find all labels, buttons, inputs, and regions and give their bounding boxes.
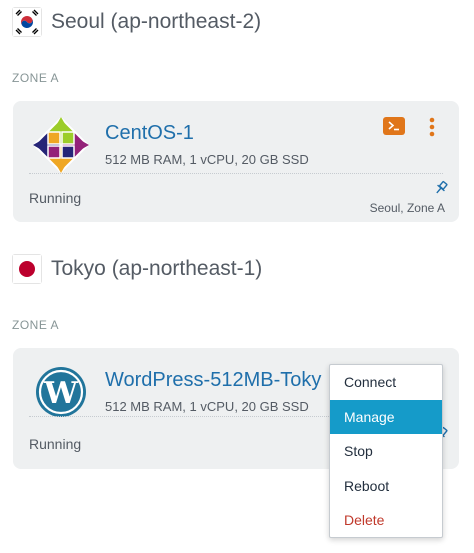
region-header-seoul: Seoul (ap-northeast-2) <box>12 7 261 37</box>
zone-label: ZONE A <box>12 318 60 332</box>
instance-status: Running <box>29 436 82 452</box>
instance-specs: 512 MB RAM, 1 vCPU, 20 GB SSD <box>105 399 309 414</box>
instance-name-link[interactable]: CentOS-1 <box>105 122 194 145</box>
region-header-tokyo: Tokyo (ap-northeast-1) <box>12 254 262 284</box>
instance-name-link[interactable]: WordPress-512MB-Toky <box>105 369 327 392</box>
region-title: Tokyo (ap-northeast-1) <box>51 257 263 280</box>
pin-icon[interactable] <box>433 180 449 196</box>
kebab-menu-icon <box>429 117 435 137</box>
instance-menu-button[interactable] <box>425 115 439 139</box>
japan-flag-icon <box>12 254 42 284</box>
menu-item-reboot[interactable]: Reboot <box>330 469 442 504</box>
instance-location: Seoul, Zone A <box>369 201 445 215</box>
instance-specs: 512 MB RAM, 1 vCPU, 20 GB SSD <box>105 152 309 167</box>
connect-terminal-button[interactable] <box>383 117 405 135</box>
svg-text:W: W <box>43 376 79 411</box>
instance-status: Running <box>29 190 82 206</box>
terminal-icon <box>388 121 399 131</box>
centos-logo-icon <box>31 115 91 175</box>
region-title: Seoul (ap-northeast-2) <box>51 10 262 33</box>
menu-item-stop[interactable]: Stop <box>330 434 442 469</box>
instance-card-centos[interactable]: CentOS-1 512 MB RAM, 1 vCPU, 20 GB SSD R… <box>13 101 459 222</box>
instance-context-menu: Connect Manage Stop Reboot Delete <box>329 364 443 538</box>
menu-item-connect[interactable]: Connect <box>330 365 442 400</box>
card-divider <box>29 173 443 174</box>
south-korea-flag-icon <box>12 7 42 37</box>
menu-item-manage[interactable]: Manage <box>330 399 442 434</box>
zone-label: ZONE A <box>12 71 60 85</box>
wordpress-logo-icon: W <box>31 362 91 422</box>
menu-item-delete[interactable]: Delete <box>330 503 442 538</box>
